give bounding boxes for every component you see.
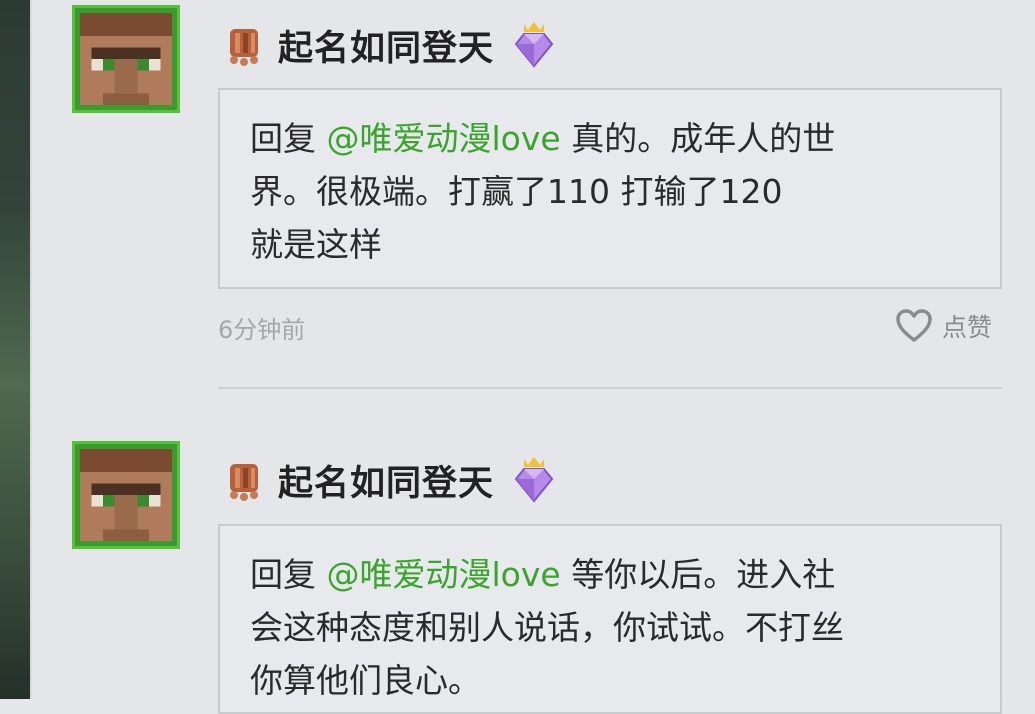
mention-link[interactable]: @唯爱动漫love xyxy=(327,555,561,594)
reply-prefix: 回复 xyxy=(250,555,327,594)
copper-badge-icon xyxy=(230,464,258,501)
like-button[interactable]: 点赞 xyxy=(894,306,992,346)
comment-text-line: 就是这样 xyxy=(250,225,382,264)
timestamp: 6分钟前 xyxy=(218,316,306,344)
username[interactable]: 起名如同登天 xyxy=(278,455,494,506)
comment-text-line: 等你以后。进入社 xyxy=(571,555,836,594)
user-header: 起名如同登天 xyxy=(222,455,556,505)
villager-avatar-icon xyxy=(80,13,172,105)
avatar[interactable] xyxy=(72,441,180,549)
reply-prefix: 回复 xyxy=(250,119,327,158)
comment-text-line: 会这种态度和别人说话，你试试。不打丝 xyxy=(250,608,844,647)
comment-bubble: 回复 @唯爱动漫love 等你以后。进入社 会这种态度和别人说话，你试试。不打丝… xyxy=(218,524,1002,714)
divider xyxy=(218,387,1002,389)
comment-bubble: 回复 @唯爱动漫love 真的。成年人的世 界。很极端。打赢了110 打输了12… xyxy=(218,88,1002,289)
user-header: 起名如同登天 xyxy=(222,20,556,70)
villager-avatar-icon xyxy=(80,449,172,541)
comment-text-line: 界。很极端。打赢了110 打输了120 xyxy=(250,172,783,211)
vip-diamond-icon xyxy=(514,22,554,68)
background-strip xyxy=(0,0,32,699)
mention-link[interactable]: @唯爱动漫love xyxy=(327,119,561,158)
heart-icon xyxy=(896,309,932,342)
comment-text-line: 真的。成年人的世 xyxy=(571,119,836,158)
comment-text-line: 你算他们良心。 xyxy=(250,661,481,700)
comment-panel: 起名如同登天 回复 @唯爱动漫love 真的。成年人的世 界。很极端。打赢了11… xyxy=(32,0,1035,714)
like-label: 点赞 xyxy=(942,313,993,342)
avatar[interactable] xyxy=(72,5,180,113)
username[interactable]: 起名如同登天 xyxy=(278,20,494,71)
copper-badge-icon xyxy=(230,29,258,66)
vip-diamond-icon xyxy=(514,457,554,503)
